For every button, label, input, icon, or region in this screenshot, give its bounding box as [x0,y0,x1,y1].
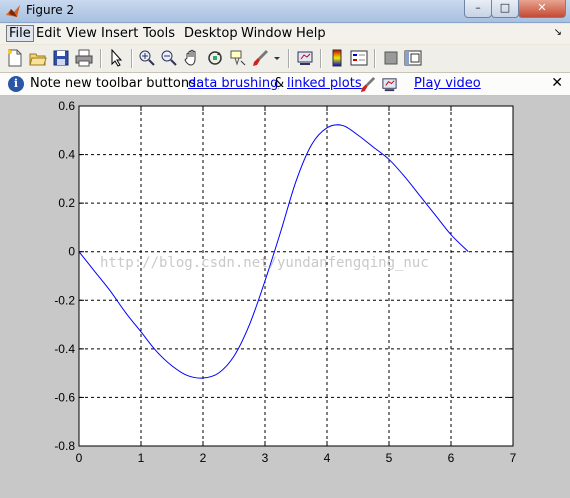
y-tick-label: 0.2 [58,196,75,210]
menu-view[interactable]: View [66,26,97,41]
new-figure-icon[interactable] [6,49,24,67]
info-banner: i Note new toolbar buttons: data brushin… [0,73,570,96]
zoom-in-icon[interactable] [138,49,156,67]
x-tick-label: 6 [448,451,455,465]
toolbar-separator [374,49,376,68]
toolbar-separator [131,49,133,68]
open-file-icon[interactable] [29,49,47,67]
y-tick-label: -0.4 [54,342,75,356]
watermark-text: http://blog.csdn.net/yundanfengqing_nuc [100,255,429,271]
menu-window[interactable]: Window [241,26,292,41]
brush-icon[interactable] [252,49,270,67]
x-tick-label: 1 [138,451,145,465]
y-tick-label: 0 [68,245,75,259]
brush-icon [360,76,376,93]
menu-tools[interactable]: Tools [143,26,175,41]
window-title: Figure 2 [26,3,75,17]
plot-canvas: 0 1 2 3 4 5 6 7 0.6 0.4 0.2 0 -0.2 -0.4 -0.6 -0.8 http… [54,99,517,465]
y-tick-label: -0.2 [54,293,75,307]
toolbar-separator [100,49,102,68]
note-ampersand: & [274,76,285,91]
edit-plot-arrow-icon[interactable] [108,49,126,67]
y-tick-label: -0.8 [54,439,75,453]
data-brushing-link[interactable]: data brushing [188,76,278,91]
legend-icon[interactable] [350,49,368,67]
y-tick-label: -0.6 [54,390,75,404]
menu-file[interactable]: File [6,25,34,42]
print-icon[interactable] [75,49,93,67]
brush-dropdown-icon[interactable] [272,49,282,67]
y-tick-label: 0.4 [58,148,75,162]
x-tick-label: 5 [386,451,393,465]
save-icon[interactable] [52,49,70,67]
x-tick-label: 4 [324,451,331,465]
figure-toolbar [0,45,570,73]
menu-desktop[interactable]: Desktop [184,26,238,41]
info-icon: i [8,76,24,92]
y-tick-labels: 0.6 0.4 0.2 0 -0.2 -0.4 -0.6 -0.8 [54,99,75,453]
colorbar-icon[interactable] [328,49,346,67]
x-tick-label: 7 [510,451,517,465]
pan-hand-icon[interactable] [183,49,201,67]
figure-window: Figure 2 – □ ✕ File Edit View Insert Too… [0,0,570,498]
hide-plot-tools-icon[interactable] [382,49,400,67]
dock-arrow-icon[interactable]: ↘ [554,27,562,38]
linked-plots-link[interactable]: linked plots [287,76,362,91]
maximize-button[interactable]: □ [491,0,519,18]
close-button[interactable]: ✕ [518,0,566,18]
x-tick-label: 0 [76,451,83,465]
zoom-out-icon[interactable] [160,49,178,67]
play-video-link[interactable]: Play video [414,76,481,91]
x-tick-label: 2 [200,451,207,465]
minimize-button[interactable]: – [464,0,492,18]
menu-edit[interactable]: Edit [36,26,61,41]
title-bar[interactable]: Figure 2 – □ ✕ [0,0,570,23]
y-tick-label: 0.6 [58,99,75,113]
x-tick-label: 3 [262,451,269,465]
toolbar-separator [320,49,322,68]
data-cursor-icon[interactable] [229,49,247,67]
close-banner-button[interactable]: ✕ [551,75,563,91]
x-tick-labels: 0 1 2 3 4 5 6 7 [76,451,517,465]
show-plot-tools-icon[interactable] [404,49,422,67]
rotate-3d-icon[interactable] [206,49,224,67]
menu-help[interactable]: Help [296,26,326,41]
figure-canvas: 0 1 2 3 4 5 6 7 0.6 0.4 0.2 0 -0.2 -0.4 -0.6 -0.8 http… [0,96,570,498]
toolbar-separator [288,49,290,68]
menu-bar: File Edit View Insert Tools Desktop Wind… [0,24,570,44]
axes-background[interactable] [78,105,514,447]
link-plot-icon [382,78,397,92]
note-prefix: Note new toolbar buttons: [30,76,201,91]
link-plot-icon[interactable] [296,49,314,67]
matlab-logo-icon [6,5,20,17]
menu-insert[interactable]: Insert [101,26,138,41]
